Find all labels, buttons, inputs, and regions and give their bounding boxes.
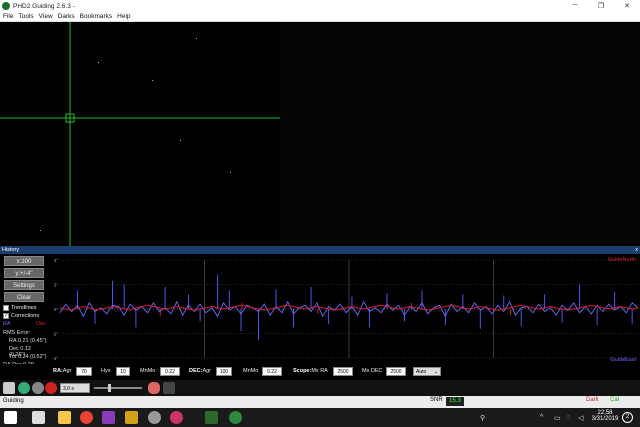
- menu-bar: File Tools View Darks Bookmarks Help: [0, 12, 640, 22]
- rms-ra-value: RA 0.21 (0.45"): [9, 338, 47, 344]
- mx-ra-input[interactable]: 2500: [333, 367, 353, 376]
- menu-view[interactable]: View: [39, 13, 53, 20]
- history-panel-header: History x: [0, 246, 640, 254]
- telescope-app-icon[interactable]: [125, 411, 138, 424]
- guide-icon[interactable]: [32, 382, 44, 394]
- search-icon[interactable]: [32, 411, 45, 424]
- rms-tot-value: Tot 0.24 (0.52"): [9, 354, 47, 360]
- dec-mnmo-label: MnMo: [243, 368, 259, 374]
- phd2-logo-icon: [2, 2, 10, 10]
- x-scale-button[interactable]: x:100: [4, 256, 44, 266]
- loop-icon[interactable]: [18, 382, 30, 394]
- corrections-checkbox[interactable]: ✓ Corrections: [3, 313, 39, 319]
- crosshair-icon[interactable]: [163, 382, 175, 394]
- dec-guide-mode-select[interactable]: Auto ⌄: [413, 367, 441, 376]
- mx-dec-label: Mx DEC: [362, 368, 383, 374]
- guide-history-chart: 4" 2" 0" -2" -4" GuideNorth GuideEast: [52, 257, 639, 363]
- onenote-icon[interactable]: [102, 411, 115, 424]
- corrections-label: Corrections: [11, 313, 40, 319]
- close-button[interactable]: ✕: [614, 2, 640, 10]
- ascom-icon[interactable]: [229, 411, 242, 424]
- history-panel: x:100 y:+/-4" Settings Clear Trendlines …: [0, 254, 640, 368]
- clock[interactable]: 22:58 3/31/2019: [590, 410, 620, 422]
- exposure-select[interactable]: 3.0 s: [60, 383, 90, 393]
- ra-label: RA:Agr: [53, 368, 72, 374]
- snr-label: SNR: [430, 397, 443, 403]
- scope-label: Scope:Mx RA: [293, 368, 328, 374]
- planetarium-icon[interactable]: [148, 411, 161, 424]
- dec-guide-mode-value: Auto: [416, 369, 427, 375]
- mx-dec-input[interactable]: 2500: [386, 367, 406, 376]
- battery-icon[interactable]: ▭: [554, 414, 561, 422]
- main-toolbar: 3.0 s: [0, 380, 640, 396]
- y-tick-label: -4": [52, 356, 58, 361]
- history-title: History: [2, 247, 20, 253]
- capture-app-icon[interactable]: [170, 411, 183, 424]
- window-controls: ─ ❐ ✕: [562, 2, 640, 10]
- brain-icon[interactable]: [148, 382, 160, 394]
- windows-start-icon[interactable]: [4, 411, 17, 424]
- guide-north-label: GuideNorth: [608, 257, 636, 263]
- maximize-button[interactable]: ❐: [588, 2, 614, 10]
- windows-taskbar: ⚲ ^ ▭ ◌ ◁ 22:58 3/31/2019 2: [0, 408, 640, 427]
- people-icon[interactable]: ⚲: [480, 414, 485, 422]
- y-tick-label: -2": [52, 332, 58, 337]
- network-icon[interactable]: ◌: [566, 414, 570, 421]
- menu-bookmarks[interactable]: Bookmarks: [80, 13, 113, 20]
- menu-help[interactable]: Help: [117, 13, 130, 20]
- settings-button[interactable]: Settings: [4, 280, 44, 290]
- clock-date: 3/31/2019: [591, 416, 619, 422]
- guide-east-label: GuideEast: [610, 357, 636, 363]
- trendlines-checkbox[interactable]: Trendlines: [3, 305, 36, 311]
- trendlines-box[interactable]: [3, 305, 9, 311]
- guide-crosshair: [0, 22, 280, 246]
- notifications-icon[interactable]: 2: [622, 412, 633, 423]
- exposure-value: 3.0 s: [63, 386, 74, 392]
- minimize-button[interactable]: ─: [562, 2, 588, 10]
- history-sidebar: x:100 y:+/-4" Settings Clear Trendlines …: [0, 254, 48, 368]
- dec-agr-input[interactable]: 100: [216, 367, 232, 376]
- menu-file[interactable]: File: [3, 13, 13, 20]
- ra-legend: RA: [3, 321, 11, 327]
- y-tick-label: 4": [54, 258, 59, 263]
- gamma-slider-knob[interactable]: [107, 384, 111, 392]
- ra-hys-label: Hys: [101, 368, 111, 374]
- chevron-up-icon[interactable]: ^: [540, 414, 543, 421]
- use-camera-icon[interactable]: [3, 382, 15, 394]
- status-text: Guiding: [3, 398, 24, 404]
- y-tick-label: 0": [54, 307, 59, 312]
- menu-darks[interactable]: Darks: [58, 13, 75, 20]
- volume-icon[interactable]: ◁: [578, 414, 583, 422]
- title-bar: PHD2 Guiding 2.6.3 - ─ ❐ ✕: [0, 0, 640, 12]
- clear-button[interactable]: Clear: [4, 292, 44, 302]
- guide-controls: RA:Agr 70 Hys 10 MnMo 0.22 DEC:Agr 100 M…: [0, 364, 640, 380]
- chrome-icon[interactable]: [80, 411, 93, 424]
- y-scale-button[interactable]: y:+/-4": [4, 268, 44, 278]
- ra-hys-input[interactable]: 10: [116, 367, 130, 376]
- ra-mnmo-label: MnMo: [140, 368, 156, 374]
- gamma-slider[interactable]: [94, 384, 142, 392]
- trendlines-label: Trendlines: [11, 305, 37, 311]
- dec-legend: Dec: [36, 321, 46, 327]
- window-title: PHD2 Guiding 2.6.3 -: [13, 2, 75, 10]
- dec-label: DEC:Agr: [189, 368, 212, 374]
- menu-tools[interactable]: Tools: [18, 13, 33, 20]
- stop-icon[interactable]: [45, 382, 57, 394]
- status-bar: Guiding SNR 15.3 Dark Cal: [0, 396, 640, 408]
- y-tick-label: 2": [54, 283, 59, 288]
- camera-view[interactable]: [0, 22, 640, 246]
- ra-agr-input[interactable]: 70: [76, 367, 92, 376]
- snr-value: 15.3: [446, 397, 464, 406]
- history-close-button[interactable]: x: [635, 246, 638, 254]
- phd2-window: PHD2 Guiding 2.6.3 - ─ ❐ ✕ File Tools Vi…: [0, 0, 640, 427]
- dec-mnmo-input[interactable]: 0.22: [262, 367, 282, 376]
- ra-mnmo-input[interactable]: 0.22: [160, 367, 180, 376]
- corrections-check-icon[interactable]: ✓: [3, 313, 9, 319]
- phd2-taskbar-icon[interactable]: [205, 411, 218, 424]
- file-explorer-icon[interactable]: [58, 411, 71, 424]
- rms-error-label: RMS Error:: [3, 330, 31, 336]
- chevron-down-icon: ⌄: [433, 369, 438, 375]
- dark-indicator: Dark: [586, 397, 599, 403]
- cal-indicator: Cal: [610, 397, 620, 403]
